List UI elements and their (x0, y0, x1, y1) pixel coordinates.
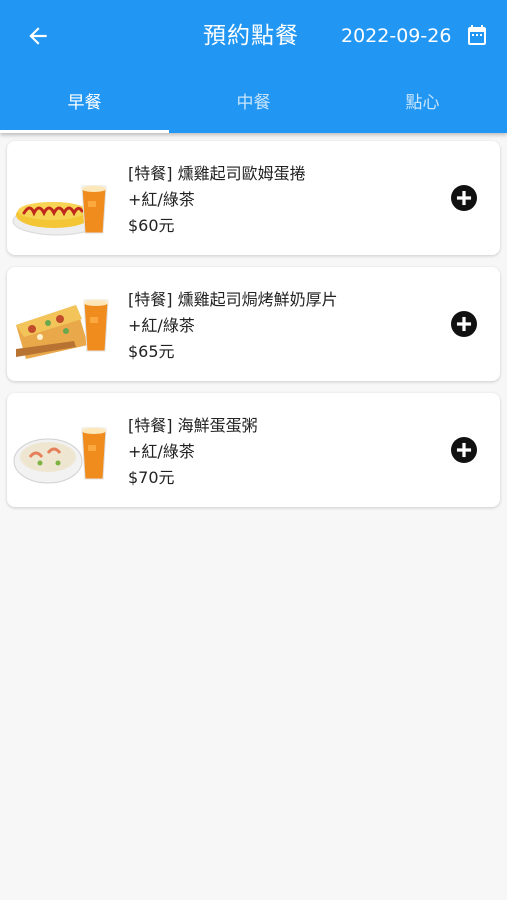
tab-indicator (0, 130, 169, 133)
menu-item-price: $60元 (128, 216, 175, 235)
menu-item-card[interactable]: [特餐] 燻雞起司焗烤鮮奶厚片 +紅/綠茶 $65元 (7, 267, 500, 381)
calendar-button[interactable] (462, 20, 492, 50)
add-circle-icon[interactable] (451, 437, 477, 463)
calendar-icon (468, 25, 486, 45)
page-title: 預約點餐 (203, 23, 299, 49)
menu-item-price: $65元 (128, 342, 175, 361)
menu-item-price: $70元 (128, 468, 175, 487)
tab-breakfast[interactable]: 早餐 (0, 80, 169, 133)
menu-item-drink: +紅/綠茶 (128, 316, 195, 335)
menu-item-title: [特餐] 燻雞起司歐姆蛋捲 (128, 164, 306, 183)
omelette-image (12, 185, 107, 236)
menu-item-card[interactable]: [特餐] 海鮮蛋蛋粥 +紅/綠茶 $70元 (7, 393, 500, 507)
menu-item-drink: +紅/綠茶 (128, 442, 195, 461)
tab-snack[interactable]: 點心 (338, 80, 507, 133)
back-button[interactable] (18, 16, 58, 56)
add-circle-icon[interactable] (451, 185, 477, 211)
menu-item-title: [特餐] 海鮮蛋蛋粥 (128, 416, 258, 435)
arrow-left-icon (29, 27, 47, 45)
add-circle-icon[interactable] (451, 311, 477, 337)
app-bar: 預約點餐 2022-09-26 早餐 中餐 點心 (0, 0, 507, 133)
seafood-congee-image (13, 427, 107, 484)
selected-date[interactable]: 2022-09-26 (341, 22, 451, 50)
menu-item-drink: +紅/綠茶 (128, 190, 195, 209)
tab-lunch[interactable]: 中餐 (169, 80, 338, 133)
meal-tabs: 早餐 中餐 點心 (0, 80, 507, 133)
toolbar: 預約點餐 2022-09-26 (0, 0, 507, 72)
baked-toast-image (16, 299, 109, 359)
menu-item-title: [特餐] 燻雞起司焗烤鮮奶厚片 (128, 290, 338, 309)
menu-item-card[interactable]: [特餐] 燻雞起司歐姆蛋捲 +紅/綠茶 $60元 (7, 141, 500, 255)
